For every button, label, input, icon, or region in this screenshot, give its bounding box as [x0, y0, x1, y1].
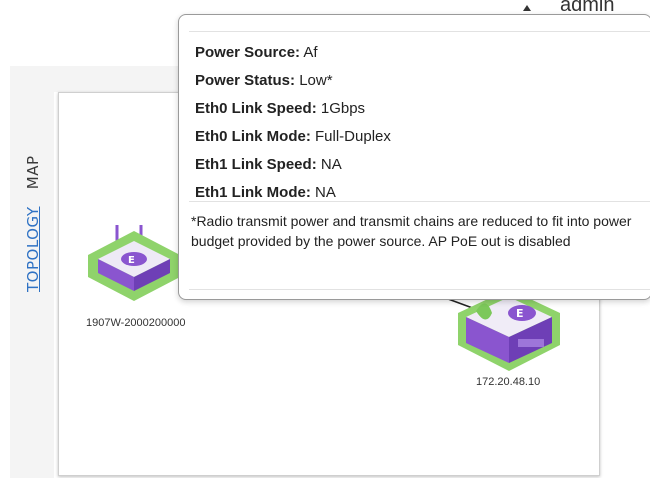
- device-info-tooltip: Power Source: Af Power Status: Low* Eth0…: [178, 14, 650, 300]
- device-icon-access-point[interactable]: E: [82, 217, 186, 307]
- tooltip-divider: [189, 289, 650, 290]
- row-key: Eth0 Link Speed:: [195, 100, 317, 117]
- tooltip-divider: [189, 31, 650, 32]
- row-value: Af: [303, 44, 318, 61]
- power-budget-note: *Radio transmit power and transmit chain…: [191, 213, 632, 249]
- eth0-link-speed-row: Eth0 Link Speed: 1Gbps: [195, 95, 391, 123]
- eth1-link-mode-row: Eth1 Link Mode: NA: [195, 179, 391, 207]
- eth1-link-speed-row: Eth1 Link Speed: NA: [195, 151, 391, 179]
- row-key: Eth1 Link Speed:: [195, 156, 317, 173]
- row-value: NA: [315, 184, 336, 201]
- power-source-row: Power Source: Af: [195, 39, 391, 67]
- row-key: Eth0 Link Mode:: [195, 128, 311, 145]
- row-value: Full-Duplex: [315, 128, 391, 145]
- row-key: Power Source:: [195, 44, 301, 61]
- row-value: Low*: [299, 72, 333, 89]
- device-label: 1907W-2000200000: [86, 317, 186, 329]
- row-key: Power Status:: [195, 72, 296, 89]
- row-value: NA: [320, 156, 342, 173]
- power-status-row: Power Status: Low*: [195, 67, 391, 95]
- row-key: Eth1 Link Mode:: [195, 184, 311, 201]
- device-label: 172.20.48.10: [476, 376, 541, 388]
- row-value: 1Gbps: [320, 100, 366, 117]
- eth0-link-mode-row: Eth0 Link Mode: Full-Duplex: [195, 123, 391, 151]
- tooltip-divider: [189, 201, 650, 202]
- svg-text:E: E: [128, 255, 135, 266]
- tooltip-details: Power Source: Af Power Status: Low* Eth0…: [195, 39, 391, 207]
- svg-text:E: E: [516, 307, 524, 320]
